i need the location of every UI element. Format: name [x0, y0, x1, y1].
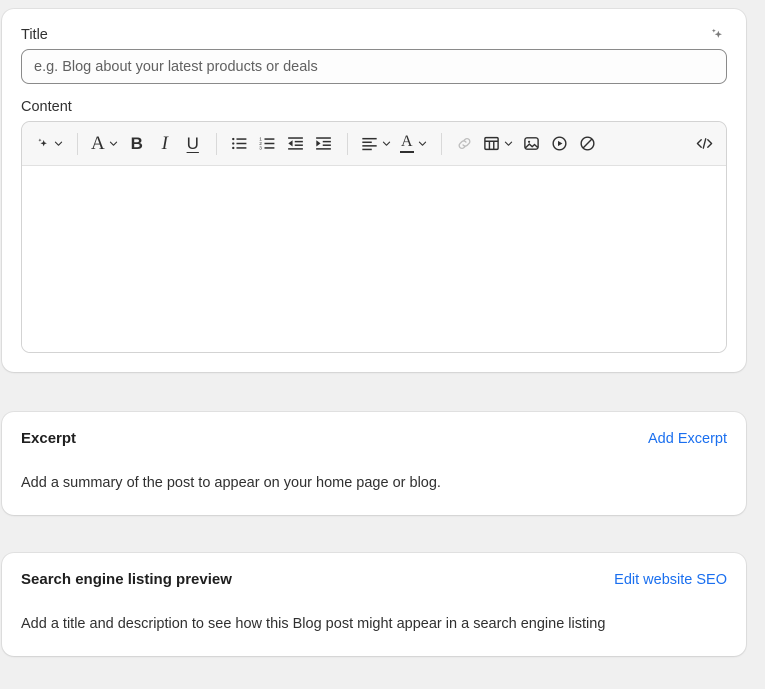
italic-button[interactable]: I [151, 130, 179, 158]
content-label: Content [21, 99, 72, 115]
indent-button[interactable] [310, 130, 338, 158]
chevron-down-icon [54, 141, 63, 146]
seo-description: Add a title and description to see how t… [21, 616, 606, 632]
chevron-down-icon [418, 141, 426, 146]
excerpt-card: Excerpt Add Excerpt Add a summary of the… [2, 412, 746, 515]
image-icon [524, 137, 540, 150]
edit-website-seo-button[interactable]: Edit website SEO [614, 572, 727, 588]
underline-button[interactable]: U [179, 130, 207, 158]
excerpt-description: Add a summary of the post to appear on y… [21, 475, 441, 491]
italic-icon: I [161, 133, 168, 154]
title-label: Title [21, 27, 48, 43]
seo-title: Search engine listing preview [21, 571, 232, 588]
toolbar-separator [215, 132, 217, 155]
numbered-list-icon: 1 2 3 [260, 136, 275, 152]
underline-icon: U [186, 134, 199, 153]
outdent-icon [288, 137, 304, 150]
video-icon [552, 136, 567, 151]
text-color-icon: A [399, 134, 414, 153]
insert-video-button[interactable] [546, 130, 574, 158]
text-color-button[interactable]: A [396, 130, 432, 158]
paragraph-style-button[interactable]: A [87, 130, 123, 158]
toolbar-separator [346, 132, 348, 155]
excerpt-title: Excerpt [21, 430, 77, 447]
sparkle-icon [38, 138, 47, 146]
sparkle-icon[interactable] [703, 22, 729, 48]
toolbar-separator [77, 132, 78, 155]
seo-header: Search engine listing preview Edit websi… [21, 571, 727, 588]
edit-html-button[interactable] [690, 130, 718, 158]
indent-icon [316, 137, 332, 150]
no-symbol-icon [580, 136, 595, 151]
numbered-list-button[interactable]: 1 2 3 [254, 130, 282, 158]
bold-button[interactable]: B [123, 130, 151, 158]
sparkle-icon-glyph [711, 28, 722, 38]
excerpt-header: Excerpt Add Excerpt [21, 430, 727, 447]
rich-text-editor: A B I U 1 2 3 A [21, 121, 727, 353]
insert-link-button[interactable] [451, 130, 479, 158]
toolbar-separator [440, 132, 442, 155]
chevron-down-icon [382, 141, 390, 146]
ai-writer-button[interactable] [30, 130, 68, 158]
post-content-card: Title Content [2, 9, 746, 372]
align-left-icon [362, 137, 377, 151]
table-icon [483, 136, 499, 151]
link-icon [458, 137, 471, 150]
chevron-down-icon [109, 141, 117, 146]
bulleted-list-icon [232, 137, 247, 150]
bold-icon: B [130, 134, 143, 153]
title-label-row: Title [21, 26, 727, 49]
bulleted-list-button[interactable] [226, 130, 254, 158]
insert-table-button[interactable] [479, 130, 518, 158]
clear-formatting-button[interactable] [574, 130, 602, 158]
add-excerpt-button[interactable]: Add Excerpt [648, 431, 727, 447]
letter-a-icon: A [91, 133, 105, 154]
code-icon [696, 138, 712, 149]
outdent-button[interactable] [282, 130, 310, 158]
seo-preview-card: Search engine listing preview Edit websi… [2, 553, 746, 656]
editor-toolbar: A B I U 1 2 3 A [22, 122, 726, 166]
title-input[interactable] [21, 49, 727, 84]
text-align-button[interactable] [357, 130, 396, 158]
insert-image-button[interactable] [518, 130, 546, 158]
editor-page: Title Content [0, 0, 765, 689]
svg-text:3: 3 [260, 146, 263, 152]
chevron-down-icon [504, 141, 512, 146]
content-editor-body[interactable] [22, 166, 726, 352]
